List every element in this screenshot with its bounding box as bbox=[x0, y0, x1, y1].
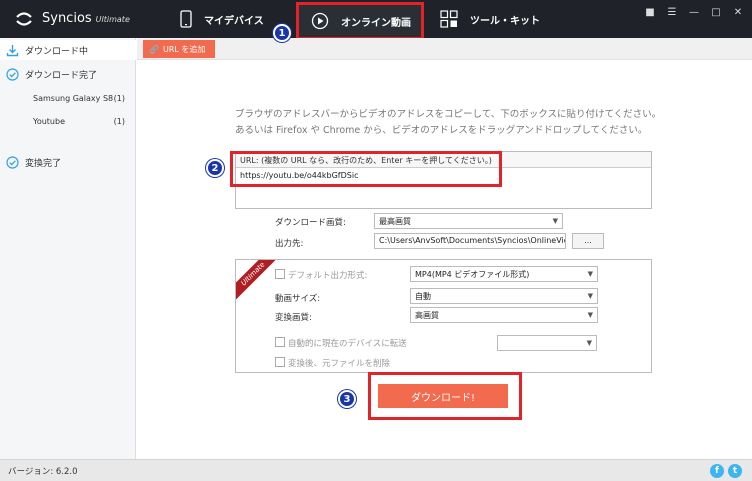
video-size-select[interactable]: 自動 ▼ bbox=[410, 288, 598, 304]
convert-quality-select[interactable]: 高画質 ▼ bbox=[410, 307, 598, 323]
delete-after-label: 変換後、元ファイルを削除 bbox=[288, 359, 391, 369]
minimize-icon[interactable]: — bbox=[688, 6, 700, 18]
feedback-icon[interactable]: ■ bbox=[644, 6, 656, 18]
window-controls: ■ ☰ — □ ✕ bbox=[644, 6, 744, 18]
tab-my-device[interactable]: マイデバイス bbox=[180, 0, 264, 38]
download-icon bbox=[6, 44, 19, 56]
app-title: Syncios Ultimate bbox=[42, 11, 130, 26]
menu-icon[interactable]: ☰ bbox=[666, 6, 678, 18]
quality-label: ダウンロード画質: bbox=[275, 218, 346, 228]
tab-toolkit[interactable]: ツール・キット bbox=[440, 0, 540, 38]
default-format-checkbox[interactable] bbox=[275, 269, 285, 279]
syncios-logo-icon bbox=[16, 12, 32, 26]
toolbar: 🔗 URL を追加 bbox=[137, 38, 752, 60]
add-url-button[interactable]: 🔗 URL を追加 bbox=[143, 40, 215, 58]
sidebar-item-convert-complete[interactable]: 変換完了 bbox=[0, 152, 136, 172]
callout-marker-1: 1 bbox=[273, 24, 291, 42]
output-label: 出力先: bbox=[275, 239, 304, 249]
status-bar: バージョン: 6.2.0 f t bbox=[0, 459, 752, 481]
convert-quality-label: 変換画質: bbox=[275, 313, 312, 323]
default-format-select[interactable]: MP4(MP4 ビデオファイル形式) ▼ bbox=[410, 266, 598, 282]
version-label: バージョン: 6.2.0 bbox=[8, 467, 78, 477]
instructions-text: ブラウザのアドレスバーからビデオのアドレスをコピーして、下のボックスに貼り付けて… bbox=[235, 109, 662, 136]
check-circle-icon bbox=[6, 67, 19, 81]
twitter-icon[interactable]: t bbox=[728, 464, 742, 478]
maximize-icon[interactable]: □ bbox=[710, 6, 722, 18]
device-select[interactable]: ▼ bbox=[497, 335, 597, 351]
tab-online-video[interactable]: オンライン動画 bbox=[296, 2, 424, 40]
callout-box-download bbox=[368, 372, 522, 420]
video-size-label: 動画サイズ: bbox=[275, 294, 321, 304]
check-circle-icon bbox=[6, 155, 19, 169]
link-icon: 🔗 bbox=[149, 44, 159, 54]
phone-icon bbox=[180, 10, 192, 28]
chevron-down-icon: ▼ bbox=[586, 339, 592, 347]
title-bar: Syncios Ultimate マイデバイス オンライン動画 ツール・キット ■… bbox=[0, 0, 752, 40]
sidebar: ダウンロード中 ダウンロード完了 Samsung Galaxy S8 (1) Y… bbox=[0, 38, 136, 459]
output-path-field[interactable]: C:\Users\AnvSoft\Documents\Syncios\Onlin… bbox=[374, 233, 566, 249]
browse-button[interactable]: ... bbox=[572, 233, 604, 249]
delete-after-checkbox[interactable] bbox=[275, 357, 285, 367]
callout-marker-3: 3 bbox=[338, 390, 356, 408]
chevron-down-icon: ▼ bbox=[587, 270, 593, 278]
chevron-down-icon: ▼ bbox=[552, 217, 558, 225]
play-circle-icon bbox=[311, 12, 329, 30]
quality-select[interactable]: 最高画質 ▼ bbox=[374, 213, 563, 229]
sidebar-item-downloading[interactable]: ダウンロード中 bbox=[0, 40, 136, 60]
toolkit-grid-icon bbox=[440, 10, 458, 28]
close-icon[interactable]: ✕ bbox=[732, 6, 744, 18]
sidebar-subitem-samsung[interactable]: Samsung Galaxy S8 (1) bbox=[33, 94, 133, 110]
auto-transfer-label: 自動的に現在のデバイスに転送 bbox=[288, 339, 407, 349]
chevron-down-icon: ▼ bbox=[587, 311, 593, 319]
facebook-icon[interactable]: f bbox=[710, 464, 724, 478]
chevron-down-icon: ▼ bbox=[587, 292, 593, 300]
sidebar-subitem-youtube[interactable]: Youtube (1) bbox=[33, 117, 133, 133]
sidebar-item-download-complete[interactable]: ダウンロード完了 bbox=[0, 64, 136, 84]
callout-box-url bbox=[230, 151, 502, 187]
callout-marker-2: 2 bbox=[206, 159, 224, 177]
auto-transfer-checkbox[interactable] bbox=[275, 337, 285, 347]
default-format-label: デフォルト出力形式: bbox=[288, 271, 368, 281]
